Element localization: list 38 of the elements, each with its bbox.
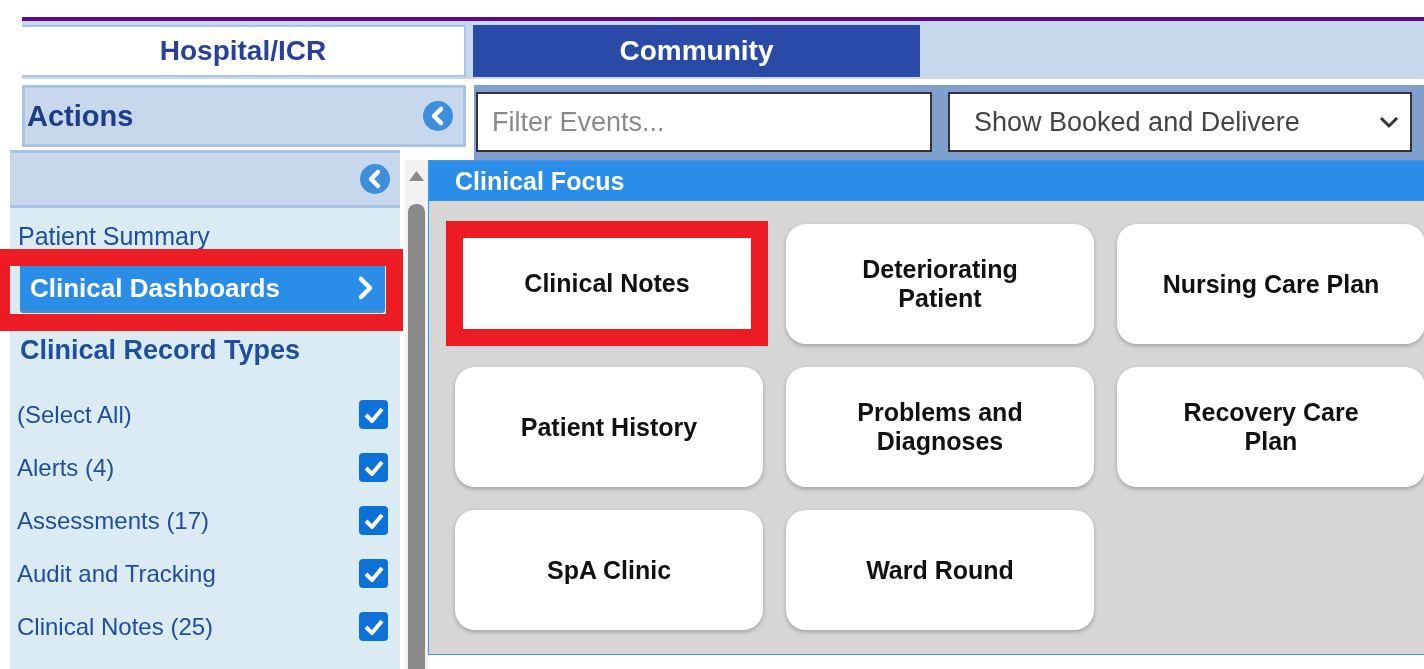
option-label: Clinical Notes (25) (17, 612, 214, 641)
dashboard-tile[interactable]: Deteriorating Patient (786, 224, 1094, 344)
filter-field[interactable]: Filter Events... (476, 92, 932, 152)
scroll-thumb[interactable] (408, 204, 425, 669)
checkbox[interactable] (359, 506, 388, 535)
section-title: Clinical Record Types (20, 335, 302, 366)
dashboard-tile[interactable]: Recovery Care Plan (1117, 367, 1424, 487)
dashboard-tile[interactable]: Problems and Diagnoses (786, 367, 1094, 487)
tab[interactable]: Community (473, 25, 920, 77)
collapse-icon[interactable] (423, 101, 453, 131)
event-dropdown[interactable]: Show Booked and Delivere (948, 92, 1412, 152)
dashboard-tile[interactable]: Ward Round (786, 510, 1094, 630)
check-icon (363, 406, 384, 423)
check-icon (363, 512, 384, 529)
chevron-down-icon (1378, 115, 1400, 129)
panel-title: Actions (27, 99, 134, 133)
scroll-up-icon[interactable] (408, 170, 425, 182)
option-label: Assessments (17) (17, 506, 210, 535)
scrollbar[interactable] (405, 160, 428, 669)
check-icon (363, 565, 384, 582)
checkbox[interactable] (359, 453, 388, 482)
chevron-right-icon (357, 275, 375, 301)
checkbox[interactable] (359, 612, 388, 641)
popup-title: Clinical Focus (429, 161, 1424, 201)
dashboard-tile[interactable]: Nursing Care Plan (1117, 224, 1424, 344)
option-label: Audit and Tracking (17, 559, 216, 588)
collapse-icon[interactable] (360, 164, 390, 194)
checkbox[interactable] (359, 400, 388, 429)
sidebar-item[interactable]: Patient Summary (18, 222, 210, 251)
dashboard-tile[interactable]: SpA Clinic (455, 510, 763, 630)
tab[interactable]: Hospital/ICR (22, 25, 466, 77)
check-icon (363, 618, 384, 635)
checkbox[interactable] (359, 559, 388, 588)
option-label: Alerts (4) (17, 453, 115, 482)
dashboard-tile[interactable]: Clinical Notes (446, 221, 768, 346)
dashboard-tile[interactable]: Patient History (455, 367, 763, 487)
check-icon (363, 459, 384, 476)
option-label: (Select All) (17, 400, 132, 429)
